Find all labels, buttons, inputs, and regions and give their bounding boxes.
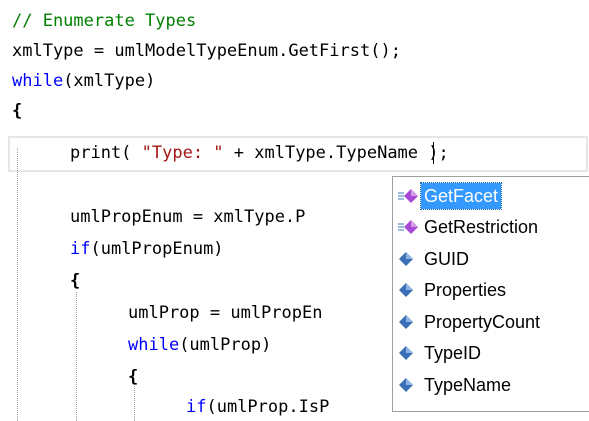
completion-item[interactable]: TypeID bbox=[397, 339, 589, 368]
indent-guide bbox=[17, 148, 18, 421]
keyword: while bbox=[12, 71, 64, 91]
code-line-comment: // Enumerate Types bbox=[12, 11, 197, 31]
keyword: if bbox=[186, 397, 207, 417]
completion-item-label: TypeName bbox=[424, 374, 512, 395]
property-icon bbox=[397, 374, 419, 396]
completion-item-label: GetRestriction bbox=[424, 217, 539, 237]
method-icon bbox=[397, 185, 419, 207]
keyword: while bbox=[128, 335, 180, 355]
method-icon bbox=[397, 216, 419, 238]
indent-guide bbox=[134, 386, 135, 421]
indent-guide bbox=[76, 292, 77, 421]
completion-item[interactable]: Properties bbox=[397, 276, 589, 305]
property-icon bbox=[397, 279, 419, 301]
completion-item[interactable]: PropertyCount bbox=[397, 307, 589, 336]
code-line: if(umlProp.IsP bbox=[186, 397, 330, 417]
property-icon bbox=[397, 248, 419, 270]
code-line-current: print( "Type: " + xmlType.TypeName ); bbox=[70, 143, 449, 163]
code-line: while(xmlType) bbox=[12, 71, 156, 91]
completion-item[interactable]: GetFacet bbox=[397, 181, 589, 210]
code-line: xmlType = umlModelTypeEnum.GetFirst(); bbox=[12, 41, 401, 61]
text-caret bbox=[433, 142, 434, 164]
completion-item-label: GUID bbox=[424, 248, 469, 269]
code-line: if(umlPropEnum) bbox=[70, 239, 224, 259]
code-line: umlPropEnum = xmlType.P bbox=[70, 207, 306, 227]
code-line: while(umlProp) bbox=[128, 335, 272, 355]
completion-item-label: TypeID bbox=[424, 343, 482, 363]
property-icon bbox=[397, 311, 419, 333]
completion-item[interactable]: GUID bbox=[397, 244, 589, 273]
keyword: if bbox=[70, 239, 91, 259]
code-line: { bbox=[70, 271, 81, 291]
code-line: umlProp = umlPropEn bbox=[128, 303, 323, 323]
completion-item-label: Properties bbox=[424, 280, 507, 300]
completion-item[interactable]: TypeName bbox=[397, 370, 589, 399]
property-icon bbox=[397, 342, 419, 364]
string-literal: "Type: " bbox=[141, 143, 224, 163]
completion-item-label: PropertyCount bbox=[424, 311, 541, 332]
code-line: { bbox=[12, 101, 23, 121]
completion-item[interactable]: GetRestriction bbox=[397, 213, 589, 242]
completion-item-label: GetFacet bbox=[419, 181, 503, 210]
intellisense-popup[interactable]: GetFacet GetRestriction GUID Properties … bbox=[392, 176, 589, 412]
code-line: { bbox=[128, 367, 139, 387]
